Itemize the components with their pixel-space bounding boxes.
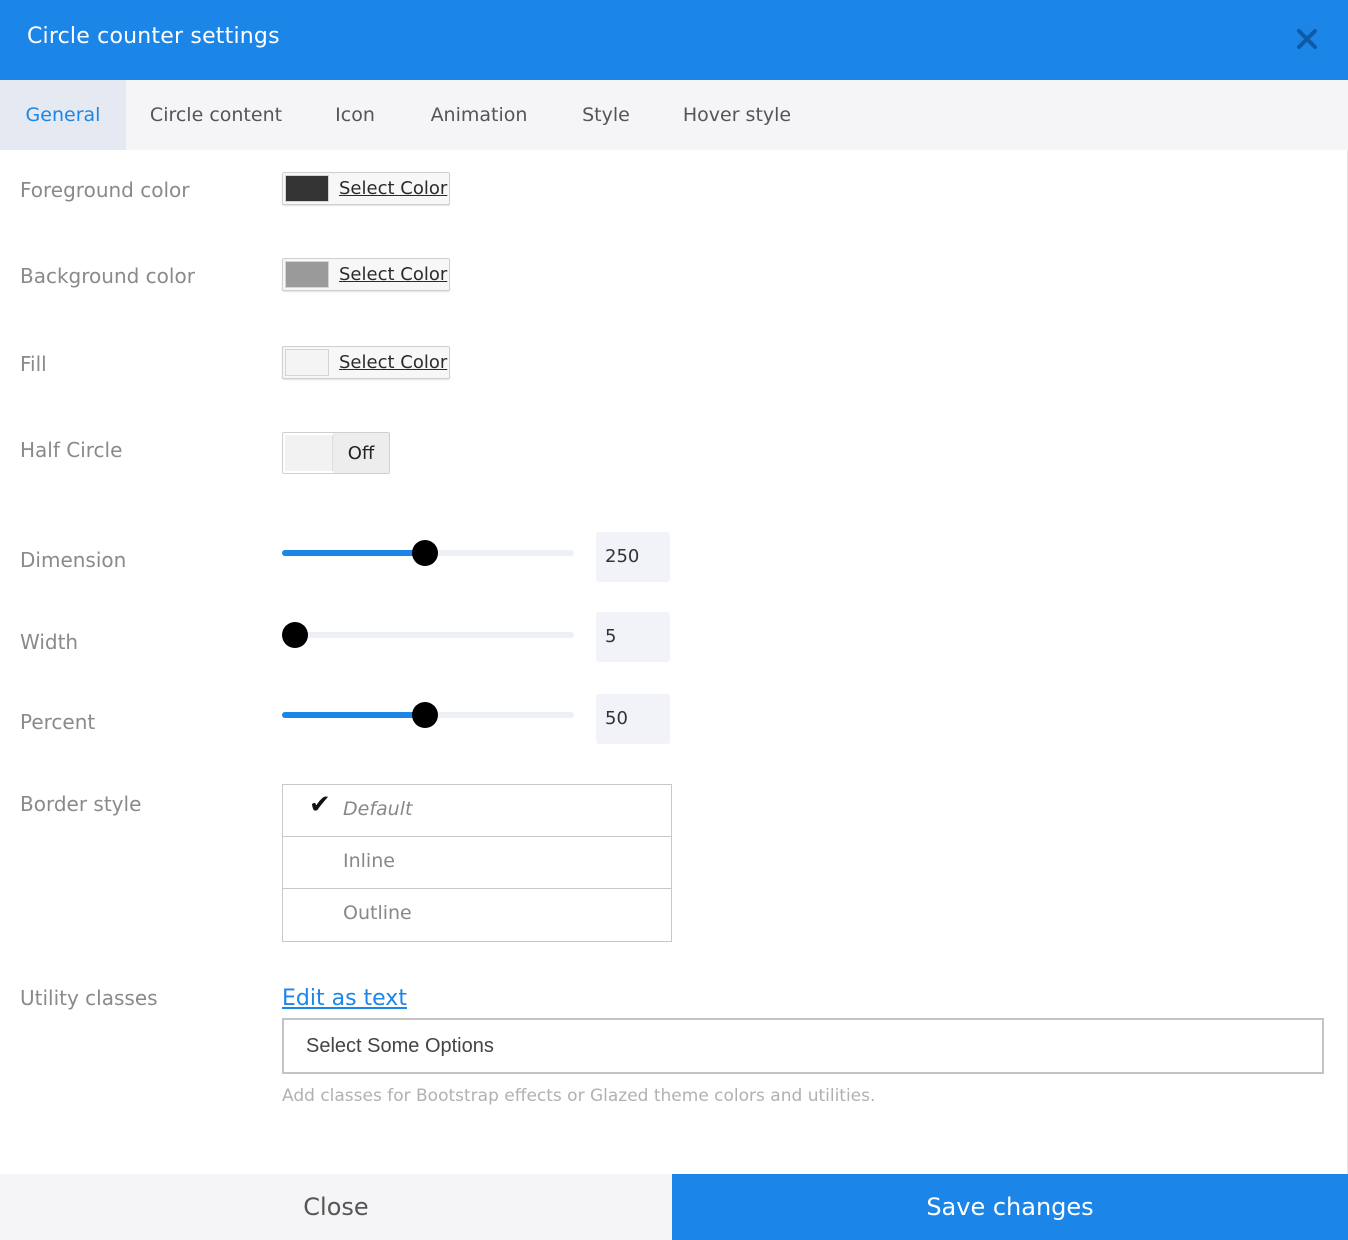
- width-slider[interactable]: [282, 621, 574, 649]
- close-x-icon[interactable]: [1290, 22, 1324, 56]
- border-style-label: Border style: [20, 792, 142, 816]
- slider-thumb[interactable]: [282, 622, 308, 648]
- foreground-color-button[interactable]: Select Color: [282, 172, 450, 205]
- dimension-label: Dimension: [20, 548, 127, 572]
- settings-form: Foreground color Select Color Background…: [0, 150, 1348, 1174]
- border-option-inline[interactable]: Inline: [283, 837, 671, 889]
- percent-slider[interactable]: [282, 701, 574, 729]
- slider-thumb[interactable]: [412, 540, 439, 566]
- background-color-label: Background color: [20, 264, 195, 288]
- tab-bar: General Circle content Icon Animation St…: [0, 80, 1348, 150]
- utility-classes-select[interactable]: Select Some Options: [282, 1018, 1324, 1074]
- select-placeholder: Select Some Options: [306, 1035, 494, 1057]
- toggle-state-text: Off: [333, 433, 389, 473]
- foreground-color-swatch: [285, 175, 329, 202]
- tab-animation[interactable]: Animation: [404, 80, 554, 150]
- percent-value[interactable]: 50: [596, 694, 670, 744]
- tab-general[interactable]: General: [0, 80, 126, 150]
- border-option-label: Inline: [343, 850, 395, 872]
- tab-style[interactable]: Style: [554, 80, 658, 150]
- toggle-knob: [285, 435, 333, 471]
- border-style-list: ✔ Default Inline Outline: [282, 784, 672, 942]
- dialog-title: Circle counter settings: [27, 24, 280, 49]
- foreground-color-label: Foreground color: [20, 178, 190, 202]
- border-option-label: Default: [343, 798, 413, 820]
- dimension-slider[interactable]: [282, 539, 574, 567]
- fill-color-button[interactable]: Select Color: [282, 346, 450, 379]
- utility-classes-label: Utility classes: [20, 986, 158, 1010]
- utility-classes-help: Add classes for Bootstrap effects or Gla…: [282, 1086, 876, 1106]
- foreground-select-color-text: Select Color: [339, 178, 448, 199]
- tab-circle-content[interactable]: Circle content: [126, 80, 306, 150]
- background-color-swatch: [285, 261, 329, 288]
- tab-hover-style[interactable]: Hover style: [658, 80, 816, 150]
- save-changes-button[interactable]: Save changes: [672, 1174, 1348, 1240]
- border-option-outline[interactable]: Outline: [283, 889, 671, 941]
- slider-track: [282, 632, 574, 638]
- dimension-value[interactable]: 250: [596, 532, 670, 582]
- dialog-header: Circle counter settings: [0, 0, 1348, 80]
- close-button[interactable]: Close: [0, 1174, 672, 1240]
- background-select-color-text: Select Color: [339, 264, 448, 285]
- percent-label: Percent: [20, 710, 96, 734]
- slider-fill: [282, 712, 426, 718]
- slider-thumb[interactable]: [412, 702, 439, 728]
- border-option-label: Outline: [343, 902, 412, 924]
- checkmark-icon: ✔: [309, 790, 331, 820]
- width-value[interactable]: 5: [596, 612, 670, 662]
- fill-label: Fill: [20, 352, 47, 376]
- tab-icon[interactable]: Icon: [306, 80, 404, 150]
- fill-color-swatch: [285, 349, 329, 376]
- border-option-default[interactable]: ✔ Default: [283, 785, 671, 837]
- fill-select-color-text: Select Color: [339, 352, 448, 373]
- width-label: Width: [20, 630, 79, 654]
- half-circle-label: Half Circle: [20, 438, 123, 462]
- background-color-button[interactable]: Select Color: [282, 258, 450, 291]
- slider-fill: [282, 550, 426, 556]
- dialog-footer: Close Save changes: [0, 1174, 1348, 1240]
- half-circle-toggle[interactable]: Off: [282, 432, 390, 474]
- edit-as-text-link[interactable]: Edit as text: [282, 986, 407, 1011]
